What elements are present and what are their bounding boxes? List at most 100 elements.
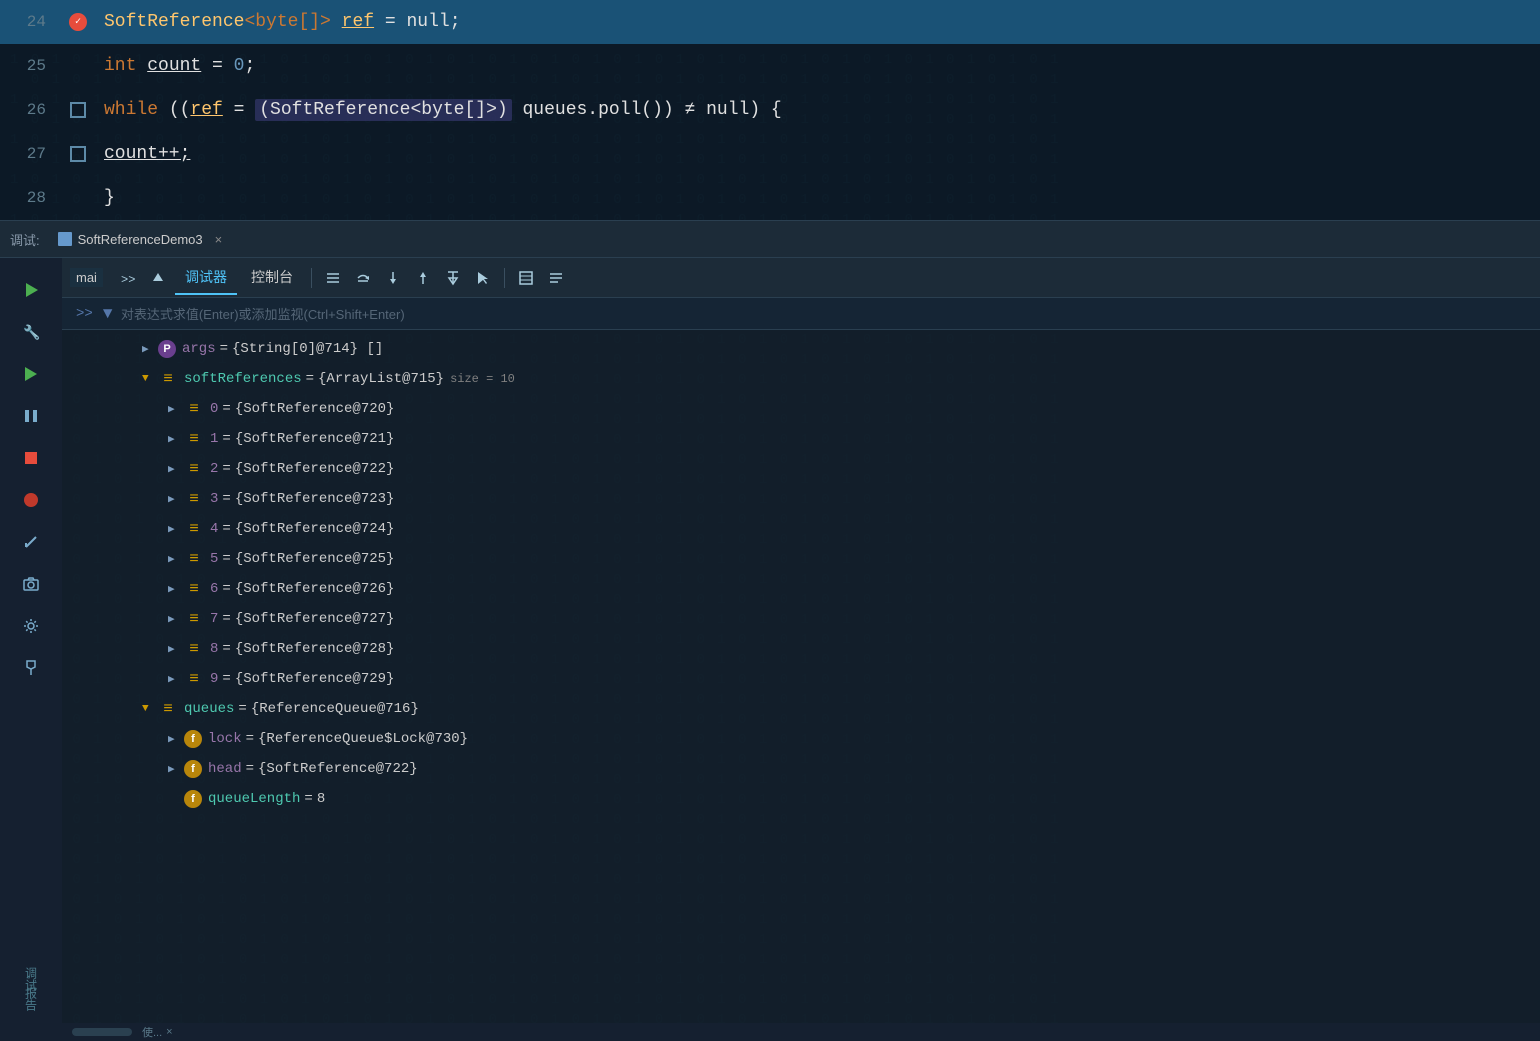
- expand-arrow-5[interactable]: ▶: [168, 552, 184, 566]
- var-val-2: {SoftReference@722}: [235, 461, 395, 477]
- list-icon-4: ≡: [184, 520, 204, 538]
- stop-button[interactable]: [15, 442, 47, 474]
- code-token: = null;: [374, 12, 460, 32]
- code-token: =: [223, 100, 255, 120]
- expand-btn[interactable]: >>: [115, 265, 141, 291]
- code-line-27[interactable]: 27 count++;: [0, 132, 1540, 176]
- var-row-soft-7[interactable]: ▶ ≡ 7 = {SoftReference@727}: [62, 604, 1540, 634]
- expression-placeholder[interactable]: 对表达式求值(Enter)或添加监视(Ctrl+Shift+Enter): [121, 304, 405, 323]
- expand-arrow-lock[interactable]: ▶: [168, 732, 184, 746]
- line-number-25: 25: [0, 57, 60, 75]
- var-row-soft-6[interactable]: ▶ ≡ 6 = {SoftReference@726}: [62, 574, 1540, 604]
- var-val-7: {SoftReference@727}: [235, 611, 395, 627]
- edit-button[interactable]: [15, 526, 47, 558]
- list-icon-soft: ≡: [158, 370, 178, 388]
- step-out-btn[interactable]: [410, 265, 436, 291]
- expand-arrow-9[interactable]: ▶: [168, 672, 184, 686]
- var-row-soft-5[interactable]: ▶ ≡ 5 = {SoftReference@725}: [62, 544, 1540, 574]
- pin-button[interactable]: [15, 652, 47, 684]
- var-icon-f-lock: f: [184, 730, 202, 748]
- var-val-4: {SoftReference@724}: [235, 521, 395, 537]
- var-row-queuelength[interactable]: ▶ f queueLength = 8: [62, 784, 1540, 814]
- run-button[interactable]: [15, 358, 47, 390]
- scroll-thumb[interactable]: [72, 1028, 132, 1036]
- tab-debugger[interactable]: 调试器: [175, 261, 237, 295]
- scrollbar-label: 使...: [142, 1024, 162, 1040]
- code-line-25[interactable]: 25 int count = 0;: [0, 44, 1540, 88]
- var-row-lock[interactable]: ▶ f lock = {ReferenceQueue$Lock@730}: [62, 724, 1540, 754]
- var-row-soft-2[interactable]: ▶ ≡ 2 = {SoftReference@722}: [62, 454, 1540, 484]
- step-into-btn[interactable]: [380, 265, 406, 291]
- expand-arrow-3[interactable]: ▶: [168, 492, 184, 506]
- list-btn[interactable]: [320, 265, 346, 291]
- var-val-5: {SoftReference@725}: [235, 551, 395, 567]
- resume-button[interactable]: [15, 274, 47, 306]
- report-vertical-label[interactable]: 报告: [23, 987, 40, 1011]
- var-name-8: 8: [210, 641, 218, 657]
- expand-arrow-7[interactable]: ▶: [168, 612, 184, 626]
- var-icon-p-args: P: [158, 340, 176, 358]
- var-name-9: 9: [210, 671, 218, 687]
- breakpoint-toggle-button[interactable]: [15, 484, 47, 516]
- debug-point-icon: [70, 102, 86, 118]
- scrollbar-close[interactable]: ×: [166, 1026, 172, 1038]
- var-row-soft-9[interactable]: ▶ ≡ 9 = {SoftReference@729}: [62, 664, 1540, 694]
- breakpoint-icon[interactable]: ✓: [69, 13, 87, 31]
- code-token-ref2: ref: [190, 100, 222, 120]
- var-row-soft-4[interactable]: ▶ ≡ 4 = {SoftReference@724}: [62, 514, 1540, 544]
- debug-label: 调试:: [10, 230, 40, 249]
- collapse-btn[interactable]: [145, 265, 171, 291]
- list-icon-6: ≡: [184, 580, 204, 598]
- debug-session-tab[interactable]: SoftReferenceDemo3 ×: [50, 228, 231, 251]
- var-row-soft-8[interactable]: ▶ ≡ 8 = {SoftReference@728}: [62, 634, 1540, 664]
- code-token: queues.poll()) ≠ null) {: [512, 100, 782, 120]
- settings-button[interactable]: 🔧: [15, 316, 47, 348]
- line-number-26: 26: [0, 101, 60, 119]
- expand-arrow-0[interactable]: ▶: [168, 402, 184, 416]
- vars-btn[interactable]: [543, 265, 569, 291]
- expand-arrow-2[interactable]: ▶: [168, 462, 184, 476]
- pause-button[interactable]: [15, 400, 47, 432]
- debug-tab-close[interactable]: ×: [215, 232, 223, 247]
- expand-arrow-6[interactable]: ▶: [168, 582, 184, 596]
- var-row-soft-0[interactable]: ▶ ≡ 0 = {SoftReference@720}: [62, 394, 1540, 424]
- run-to-cursor-btn[interactable]: [440, 265, 466, 291]
- expand-arrow-soft[interactable]: ▼: [142, 373, 158, 385]
- var-val-lock: {ReferenceQueue$Lock@730}: [258, 731, 468, 747]
- var-row-soft-3[interactable]: ▶ ≡ 3 = {SoftReference@723}: [62, 484, 1540, 514]
- debug-side-icons: 🔧: [0, 258, 62, 1041]
- code-content-25: int count = 0;: [96, 56, 1540, 76]
- expand-arrow-args[interactable]: ▶: [142, 342, 158, 356]
- gear-button[interactable]: [15, 610, 47, 642]
- list-icon-8: ≡: [184, 640, 204, 658]
- expand-arrow-8[interactable]: ▶: [168, 642, 184, 656]
- var-row-soft-1[interactable]: ▶ ≡ 1 = {SoftReference@721}: [62, 424, 1540, 454]
- code-line-24[interactable]: 0:00/0:21 24 ✓ SoftReference<byte[]> ref…: [0, 0, 1540, 44]
- var-icon-f-ql: f: [184, 790, 202, 808]
- cursor-btn[interactable]: [470, 265, 496, 291]
- expand-arrow-4[interactable]: ▶: [168, 522, 184, 536]
- svg-text:>>: >>: [121, 273, 135, 285]
- expand-arrow-1[interactable]: ▶: [168, 432, 184, 446]
- var-row-head[interactable]: ▶ f head = {SoftReference@722}: [62, 754, 1540, 784]
- screenshot-button[interactable]: [15, 568, 47, 600]
- code-line-26[interactable]: 26 while ((ref = (SoftReference<byte[]>)…: [0, 88, 1540, 132]
- var-row-queues[interactable]: ▼ ≡ queues = {ReferenceQueue@716}: [62, 694, 1540, 724]
- tab-console[interactable]: 控制台: [241, 261, 303, 295]
- step-over-btn[interactable]: [350, 265, 376, 291]
- debug-bar: 调试: SoftReferenceDemo3 ×: [0, 220, 1540, 258]
- expand-arrow-queues[interactable]: ▼: [142, 703, 158, 715]
- thread-indicator[interactable]: mai: [70, 268, 103, 287]
- variables-panel: ▶ P args = {String[0]@714} [] ▼ ≡ softRe…: [62, 330, 1540, 1023]
- code-line-28[interactable]: 28 }: [0, 176, 1540, 220]
- code-token: ;: [244, 56, 255, 76]
- var-row-args[interactable]: ▶ P args = {String[0]@714} []: [62, 334, 1540, 364]
- expand-arrow-head[interactable]: ▶: [168, 762, 184, 776]
- var-name-queues: queues: [184, 701, 234, 717]
- var-row-softreferences[interactable]: ▼ ≡ softReferences = {ArrayList@715} siz…: [62, 364, 1540, 394]
- var-name-3: 3: [210, 491, 218, 507]
- frames-btn[interactable]: [513, 265, 539, 291]
- line-number-27: 27: [0, 145, 60, 163]
- code-content-24: SoftReference<byte[]> ref = null;: [96, 12, 1540, 32]
- bottom-panel: 🔧: [0, 258, 1540, 1041]
